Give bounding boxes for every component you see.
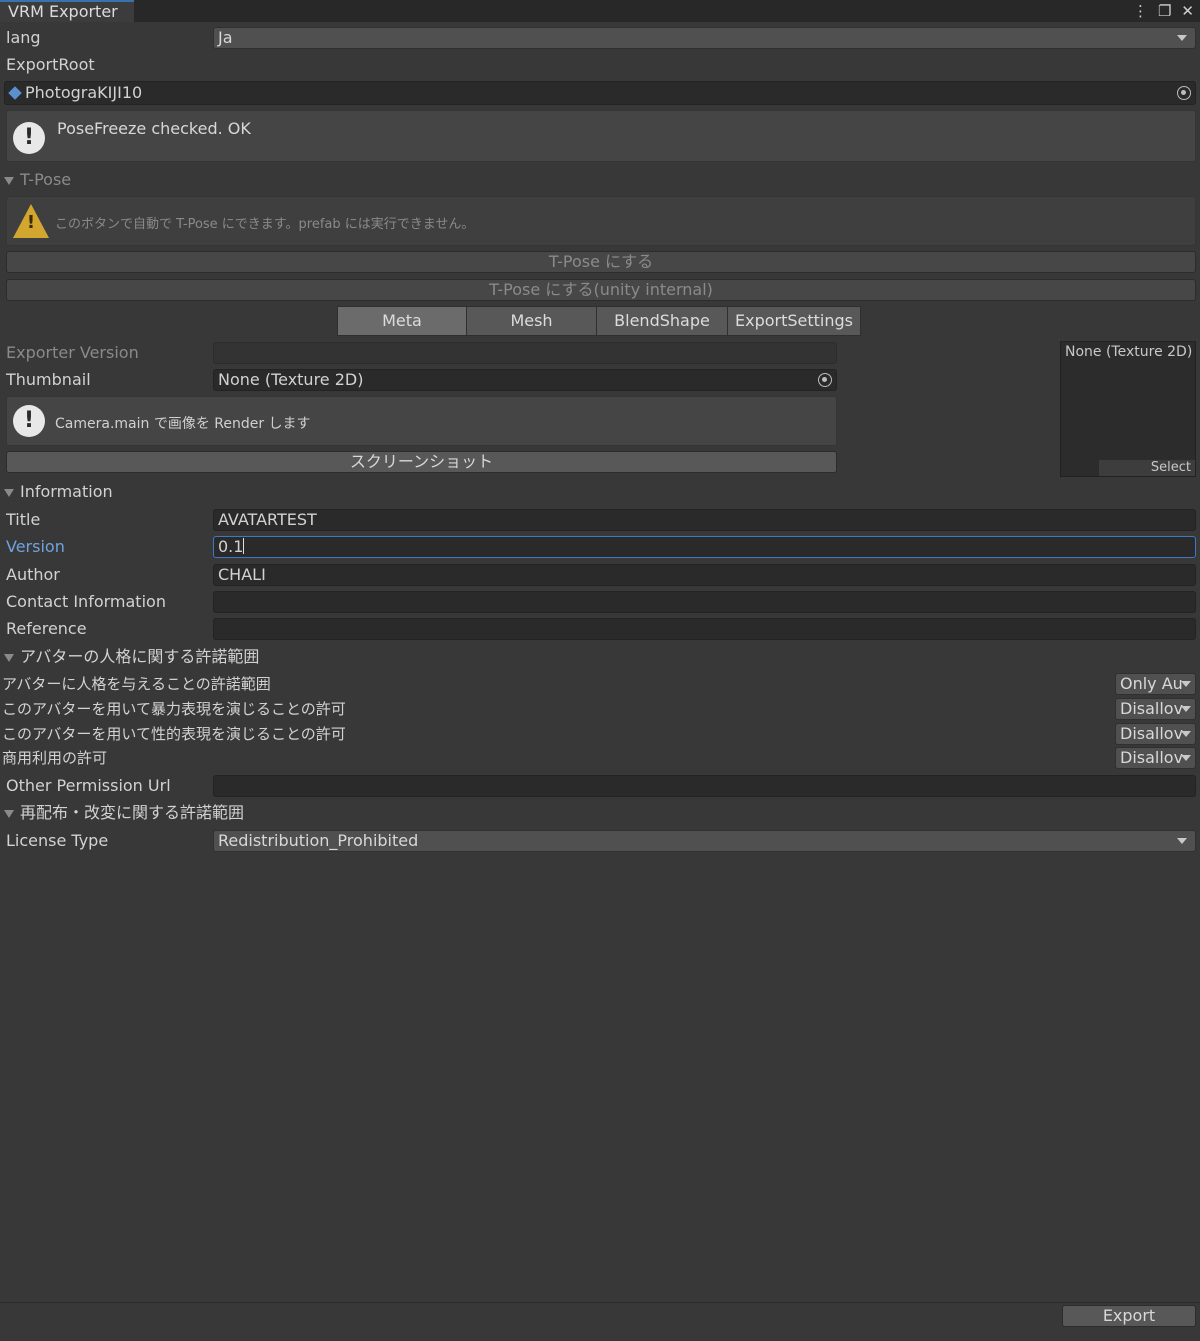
other-permission-url-field[interactable] bbox=[213, 775, 1196, 797]
chevron-down-icon bbox=[1177, 838, 1187, 844]
title-bar bbox=[0, 0, 1200, 22]
lang-value: Ja bbox=[218, 28, 233, 47]
tab-blendshape[interactable]: BlendShape bbox=[596, 306, 728, 336]
redistribution-foldout[interactable]: 再配布・改変に関する許諾範囲 bbox=[4, 801, 244, 825]
tab-meta[interactable]: Meta bbox=[337, 306, 467, 336]
version-field[interactable]: 0.1 bbox=[213, 536, 1196, 558]
tpose-unity-internal-button[interactable]: T-Pose にする(unity internal) bbox=[6, 279, 1196, 301]
export-root-value: PhotograKIJI10 bbox=[25, 83, 143, 102]
screenshot-button[interactable]: スクリーンショット bbox=[6, 451, 837, 473]
reference-label: Reference bbox=[6, 619, 87, 638]
other-permission-url-label: Other Permission Url bbox=[6, 776, 171, 795]
posefreeze-message: PoseFreeze checked. OK bbox=[57, 119, 251, 138]
permission-dropdown[interactable]: Disallov bbox=[1115, 698, 1196, 720]
permission-dropdown[interactable]: Disallov bbox=[1115, 747, 1196, 769]
tpose-warning-text: このボタンで自動で T-Pose にできます。prefab には実行できません。 bbox=[55, 217, 475, 232]
prefab-cube-icon bbox=[8, 86, 22, 100]
tpose-header: T-Pose bbox=[20, 170, 72, 189]
camera-message: Camera.main で画像を Render します bbox=[55, 416, 311, 432]
camera-helpbox: ! Camera.main で画像を Render します bbox=[6, 396, 837, 446]
warning-icon: ! bbox=[13, 204, 49, 238]
export-root-field[interactable]: PhotograKIJI10 bbox=[4, 81, 1196, 105]
chevron-down-icon bbox=[1181, 755, 1191, 761]
author-field[interactable]: CHALI bbox=[213, 564, 1196, 586]
thumbnail-value: None (Texture 2D) bbox=[218, 370, 364, 389]
preview-select-button[interactable]: Select bbox=[1099, 460, 1195, 476]
reference-field[interactable] bbox=[213, 618, 1196, 640]
permission-value: Disallov bbox=[1120, 724, 1184, 743]
text-cursor bbox=[243, 538, 245, 554]
foldout-arrow-icon bbox=[4, 809, 14, 818]
chevron-down-icon bbox=[1181, 681, 1191, 687]
thumbnail-preview[interactable]: None (Texture 2D) Select bbox=[1060, 341, 1196, 477]
author-label: Author bbox=[6, 565, 60, 584]
title-label: Title bbox=[6, 510, 41, 529]
license-type-dropdown[interactable]: Redistribution_Prohibited bbox=[213, 830, 1196, 852]
tpose-foldout[interactable]: T-Pose bbox=[4, 168, 71, 192]
preview-label: None (Texture 2D) bbox=[1065, 344, 1193, 360]
permission-value: Disallov bbox=[1120, 748, 1184, 767]
tpose-warning-box: ! このボタンで自動で T-Pose にできます。prefab には実行できませ… bbox=[6, 196, 1196, 246]
maximize-icon[interactable]: ❐ bbox=[1158, 2, 1171, 20]
export-button[interactable]: Export bbox=[1062, 1305, 1196, 1327]
tab-export-settings[interactable]: ExportSettings bbox=[727, 306, 861, 336]
permission-dropdown[interactable]: Disallov bbox=[1115, 723, 1196, 745]
object-picker-icon[interactable] bbox=[1177, 86, 1191, 100]
information-foldout[interactable]: Information bbox=[4, 480, 113, 504]
object-picker-icon[interactable] bbox=[818, 373, 832, 387]
foldout-arrow-icon bbox=[4, 488, 14, 497]
version-value: 0.1 bbox=[218, 537, 244, 556]
exporter-version-field bbox=[213, 342, 837, 364]
information-header: Information bbox=[20, 482, 113, 501]
foldout-arrow-icon bbox=[4, 653, 14, 662]
permission-foldout[interactable]: アバターの人格に関する許諾範囲 bbox=[4, 645, 259, 669]
info-icon: ! bbox=[13, 122, 45, 154]
chevron-down-icon bbox=[1181, 706, 1191, 712]
title-field[interactable]: AVATARTEST bbox=[213, 509, 1196, 531]
lang-dropdown[interactable]: Ja bbox=[213, 27, 1196, 49]
export-root-label: ExportRoot bbox=[6, 55, 95, 74]
thumbnail-field[interactable]: None (Texture 2D) bbox=[213, 369, 837, 391]
close-icon[interactable]: ✕ bbox=[1181, 2, 1194, 20]
thumbnail-label: Thumbnail bbox=[6, 370, 91, 389]
exporter-version-label: Exporter Version bbox=[6, 343, 139, 362]
permission-row-label: このアバターを用いて性的表現を演じることの許可 bbox=[2, 725, 346, 743]
license-type-label: License Type bbox=[6, 831, 109, 850]
chevron-down-icon bbox=[1177, 35, 1187, 41]
license-type-value: Redistribution_Prohibited bbox=[218, 831, 419, 850]
permission-value: Only Au bbox=[1120, 674, 1183, 693]
menu-icon[interactable]: ⋮ bbox=[1133, 2, 1148, 20]
version-label: Version bbox=[6, 537, 65, 556]
permission-dropdown[interactable]: Only Au bbox=[1115, 673, 1196, 695]
chevron-down-icon bbox=[1181, 731, 1191, 737]
contact-field[interactable] bbox=[213, 591, 1196, 613]
info-icon: ! bbox=[13, 405, 45, 437]
permission-row-label: 商用利用の許可 bbox=[2, 749, 108, 767]
window-tab[interactable]: VRM Exporter bbox=[0, 0, 134, 22]
tab-mesh[interactable]: Mesh bbox=[466, 306, 597, 336]
permission-row-label: アバターに人格を与えることの許諾範囲 bbox=[2, 675, 271, 693]
window-buttons: ⋮ ❐ ✕ bbox=[1133, 0, 1194, 22]
tpose-button[interactable]: T-Pose にする bbox=[6, 251, 1196, 273]
permission-header: アバターの人格に関する許諾範囲 bbox=[20, 647, 260, 666]
foldout-arrow-icon bbox=[4, 176, 14, 185]
lang-label: lang bbox=[6, 28, 41, 47]
posefreeze-helpbox: ! PoseFreeze checked. OK bbox=[6, 110, 1196, 162]
permission-row-label: このアバターを用いて暴力表現を演じることの許可 bbox=[2, 700, 346, 718]
footer-bar bbox=[0, 1302, 1200, 1341]
permission-value: Disallov bbox=[1120, 699, 1184, 718]
contact-label: Contact Information bbox=[6, 592, 166, 611]
redistribution-header: 再配布・改変に関する許諾範囲 bbox=[20, 803, 245, 822]
